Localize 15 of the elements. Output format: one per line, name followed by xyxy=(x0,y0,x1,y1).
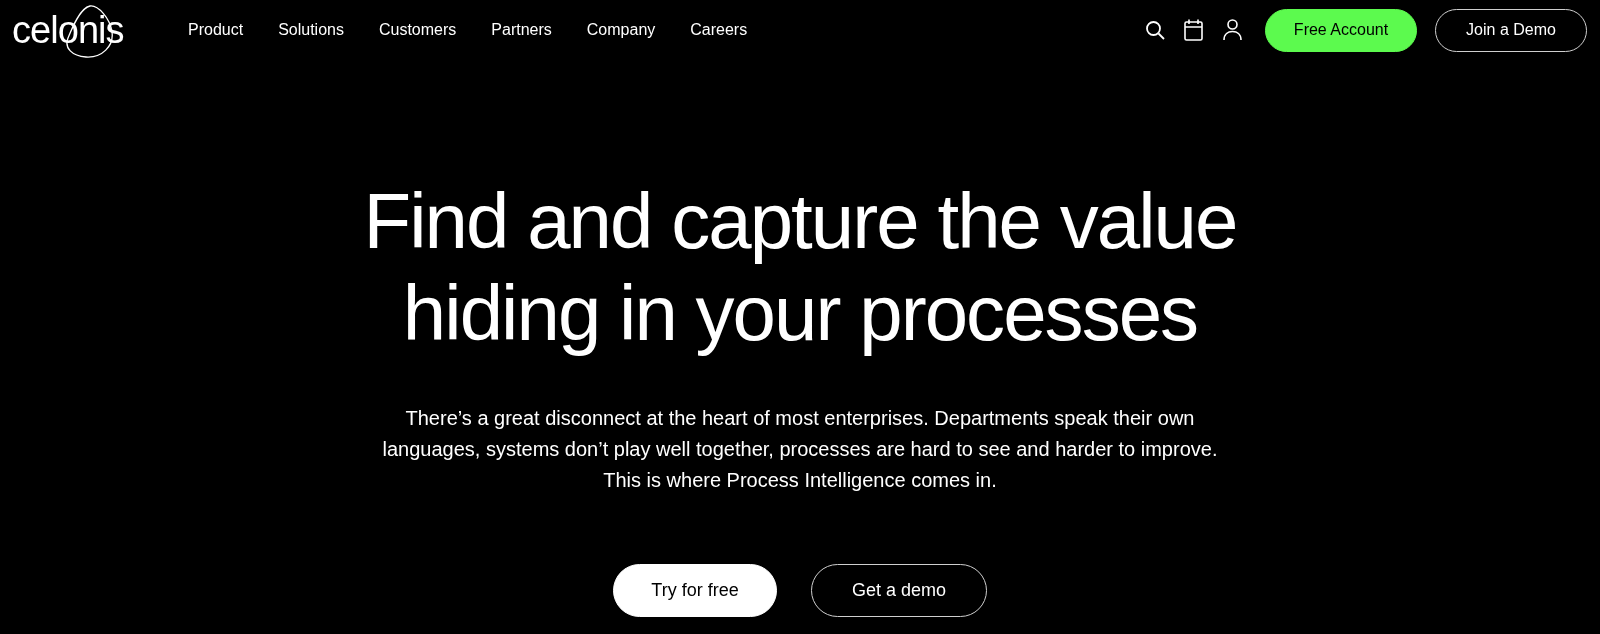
free-account-button[interactable]: Free Account xyxy=(1265,8,1417,52)
hero-heading: Find and capture the value hiding in your processes xyxy=(363,176,1237,359)
search-icon[interactable] xyxy=(1145,20,1165,40)
nav-link[interactable]: Company xyxy=(586,18,656,42)
nav-link[interactable]: Customers xyxy=(378,18,457,42)
nav-link[interactable]: Solutions xyxy=(278,18,344,42)
hero-paragraph: There’s a great disconnect at the heart of most enterprises. Departments speak their own languages, systems don’t play well together, processes are hard to see and harder to improve. This is where Process Intelligence comes in. xyxy=(382,406,1218,493)
nav-link[interactable]: Product xyxy=(188,18,244,42)
calendar-icon[interactable] xyxy=(1184,19,1203,41)
user-icon[interactable] xyxy=(1223,19,1242,41)
nav-link[interactable]: Partners xyxy=(491,18,552,42)
join-demo-button[interactable]: Join a Demo xyxy=(1435,8,1587,52)
nav-link[interactable]: Careers xyxy=(690,18,748,42)
get-demo-button[interactable]: Get a demo xyxy=(811,564,987,617)
try-free-button[interactable]: Try for free xyxy=(613,564,777,617)
